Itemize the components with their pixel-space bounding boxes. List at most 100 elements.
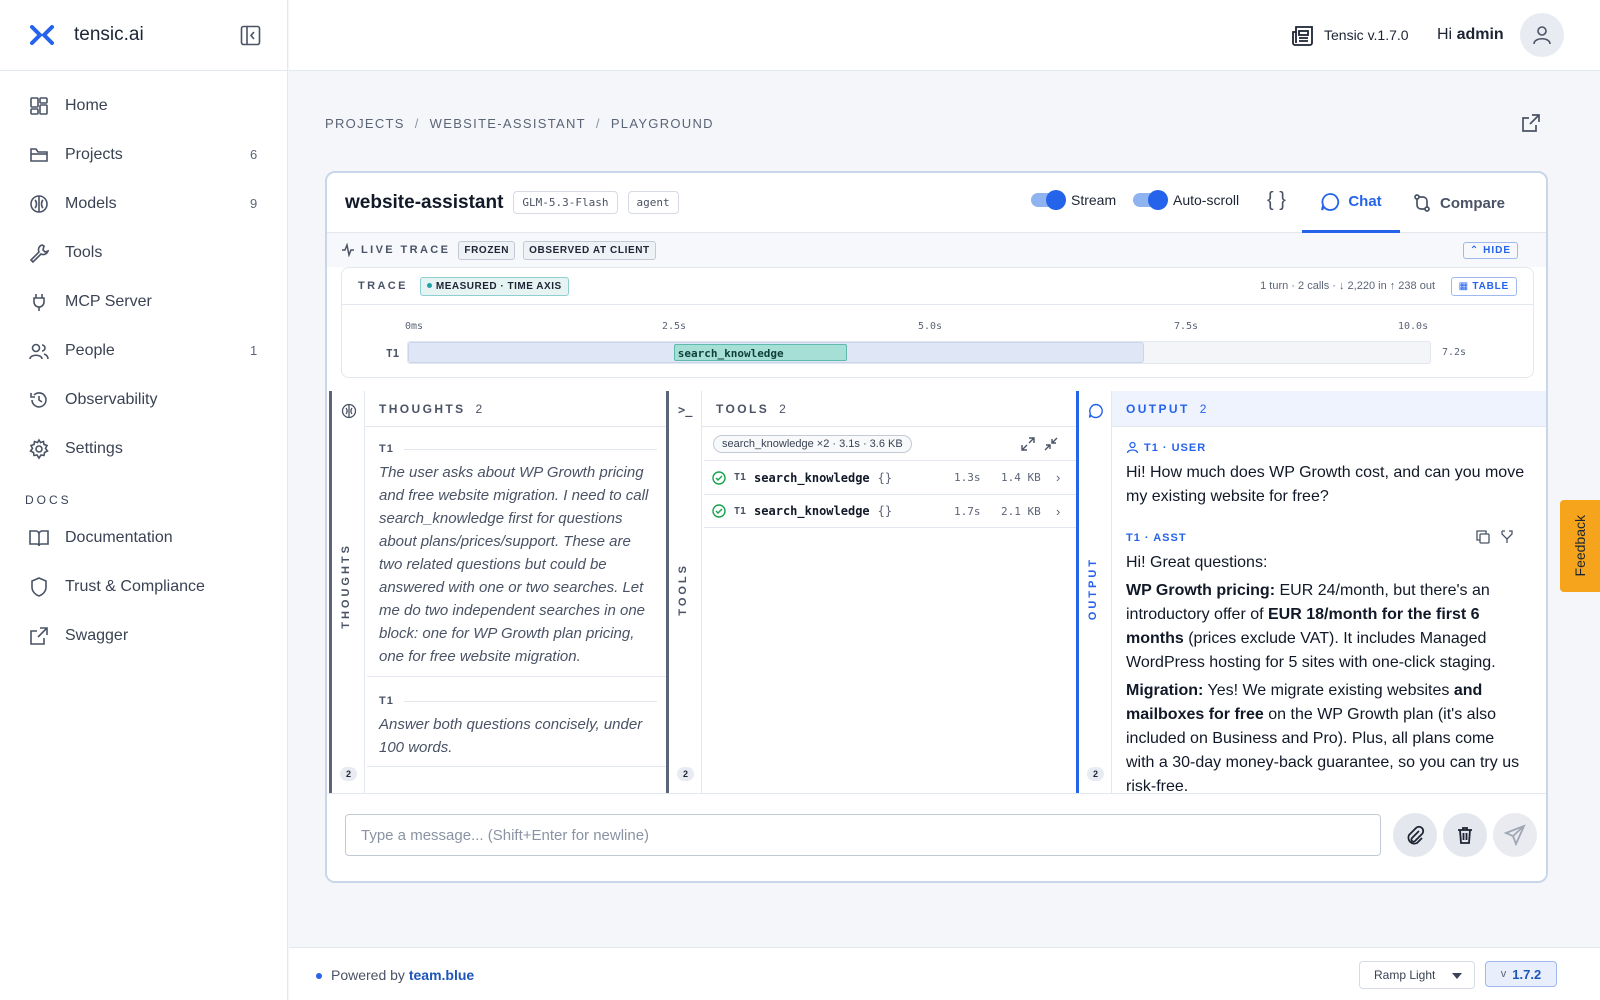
powered-brand[interactable]: team.blue [409, 967, 474, 983]
check-circle-icon [712, 504, 726, 518]
asst-paragraph: Hi! Great questions: [1126, 554, 1268, 571]
brand-name: tensic.ai [74, 24, 144, 45]
sidebar-item-swagger[interactable]: Swagger [0, 611, 287, 660]
tools-count: 2 [779, 401, 786, 416]
clear-chat-button[interactable] [1443, 813, 1487, 857]
open-external-icon[interactable] [1520, 112, 1542, 134]
assistant-message-header: T1 · ASST [1126, 532, 1187, 544]
theme-value: Ramp Light [1374, 968, 1436, 982]
sidebar-item-count: 1 [250, 343, 258, 358]
breadcrumb-playground: PLAYGROUND [610, 116, 714, 131]
hide-trace-button[interactable]: ⌃ HIDE [1462, 242, 1518, 259]
asst-text: Yes! We migrate existing websites [1203, 682, 1454, 699]
sidebar-item-models[interactable]: Models 9 [0, 179, 287, 228]
chevron-right-icon: › [1056, 503, 1061, 519]
avatar[interactable] [1520, 13, 1564, 57]
send-icon [1504, 824, 1526, 846]
theme-select[interactable]: Ramp Light [1359, 961, 1475, 989]
stream-toggle-track [1031, 190, 1066, 210]
send-button[interactable] [1493, 813, 1537, 857]
stream-label: Stream [1071, 192, 1117, 208]
grid-icon [30, 96, 48, 115]
table-view-button[interactable]: ▦ TABLE [1450, 277, 1517, 296]
tools-rail-label: TOOLS [677, 563, 689, 616]
main-nav: Home Projects 6 Models 9 Tools MCP Serve… [0, 81, 287, 473]
sidebar-item-settings[interactable]: Settings [0, 424, 287, 473]
asst-paragraph: WP Growth pricing: EUR 24/month, but the… [1126, 579, 1526, 675]
stream-toggle-knob [1046, 190, 1066, 210]
tool-duration: 1.7s [954, 504, 981, 518]
tools-summary-chip: search_knowledge ×2 · 3.1s · 3.6 KB [713, 435, 912, 453]
sidebar-item-projects[interactable]: Projects 6 [0, 130, 287, 179]
collapse-sidebar-icon[interactable] [240, 25, 261, 46]
thought-text: The user asks about WP Growth pricing an… [379, 464, 649, 665]
thoughts-rail: THOUGHTS 2 [332, 391, 365, 793]
trace-panel: TRACE MEASURED · TIME AXIS 1 turn · 2 ca… [341, 267, 1534, 378]
folder-icon [30, 147, 48, 162]
thought-item: T1 Answer both questions concisely, unde… [379, 695, 657, 759]
trace-tick: 0ms [405, 321, 424, 332]
sidebar-item-observability[interactable]: Observability [0, 375, 287, 424]
breadcrumb-website-assistant[interactable]: WEBSITE-ASSISTANT [430, 116, 586, 131]
attach-button[interactable] [1393, 813, 1437, 857]
version-prefix: v [1500, 968, 1507, 980]
sidebar-item-label: Tools [65, 243, 103, 261]
assistant-message: Hi! Great questions: WP Growth pricing: … [1126, 551, 1526, 803]
trace-tick: 7.5s [1174, 321, 1199, 332]
tab-compare[interactable]: Compare [1412, 173, 1505, 233]
thought-item: T1 The user asks about WP Growth pricing… [379, 443, 657, 668]
tools-pane: >_ TOOLS 2 TOOLS 2 search_knowledge ×2 · … [666, 391, 1076, 793]
card-header: website-assistant GLM-5.3-Flash agent St… [327, 173, 1546, 233]
collapse-icon[interactable] [1044, 437, 1058, 451]
powered-by: Powered by team.blue [331, 967, 474, 983]
powered-text: Powered by [331, 967, 405, 983]
tool-size: 2.1 KB [1001, 504, 1041, 518]
feedback-tab[interactable]: Feedback [1560, 500, 1600, 592]
expand-icon[interactable] [1021, 437, 1035, 451]
message-input[interactable] [345, 814, 1381, 856]
sidebar-item-home[interactable]: Home [0, 81, 287, 130]
compare-icon [1414, 194, 1430, 212]
copy-icon[interactable] [1476, 530, 1490, 544]
user-icon [1533, 26, 1551, 45]
json-view-button[interactable]: { } [1267, 189, 1286, 212]
measured-dot [426, 283, 432, 289]
thought-turn: T1 [379, 443, 657, 455]
sidebar-item-trust-compliance[interactable]: Trust & Compliance [0, 562, 287, 611]
tools-header: TOOLS 2 [702, 391, 1076, 427]
output-header: OUTPUT 2 [1112, 391, 1546, 427]
tool-call-row[interactable]: T1 search_knowledge {} 1.7s 2.1 KB › [704, 494, 1076, 528]
thoughts-count: 2 [475, 401, 483, 416]
trace-tick: 2.5s [662, 321, 687, 332]
sidebar-item-documentation[interactable]: Documentation [0, 513, 287, 562]
feedback-label: Feedback [1572, 515, 1588, 577]
trace-total: 7.2s [1442, 347, 1467, 358]
sidebar-item-label: Trust & Compliance [65, 577, 205, 595]
autoscroll-toggle[interactable]: Auto-scroll [1133, 190, 1239, 210]
stream-toggle[interactable]: Stream [1031, 190, 1117, 210]
user-header-label: T1 · USER [1144, 441, 1207, 454]
brain-icon [30, 194, 48, 213]
breadcrumb-separator: / [414, 116, 420, 131]
tab-compare-label: Compare [1440, 194, 1506, 212]
breadcrumb-projects[interactable]: PROJECTS [325, 116, 405, 131]
trace-row-label: T1 [386, 347, 400, 360]
sidebar-item-label: MCP Server [65, 292, 152, 310]
tool-call-row[interactable]: T1 search_knowledge {} 1.3s 1.4 KB › [704, 460, 1076, 494]
output-count: 2 [1199, 401, 1207, 416]
user-icon [1126, 441, 1139, 454]
sidebar-item-label: Documentation [65, 528, 173, 546]
sidebar-item-tools[interactable]: Tools [0, 228, 287, 277]
tool-args: {} [877, 504, 893, 518]
tool-turn: T1 [734, 505, 747, 517]
live-trace-bar: LIVE TRACE FROZEN OBSERVED AT CLIENT ⌃ H… [327, 233, 1546, 267]
sidebar-item-people[interactable]: People 1 [0, 326, 287, 375]
sidebar-item-count: 6 [250, 147, 258, 162]
activity-icon [342, 243, 354, 257]
breadcrumb-separator: / [595, 116, 601, 131]
tab-chat[interactable]: Chat [1302, 173, 1400, 233]
sidebar-item-label: Swagger [65, 626, 129, 644]
fork-icon[interactable] [1500, 530, 1514, 544]
sidebar-item-mcp-server[interactable]: MCP Server [0, 277, 287, 326]
trash-icon [1458, 827, 1472, 844]
